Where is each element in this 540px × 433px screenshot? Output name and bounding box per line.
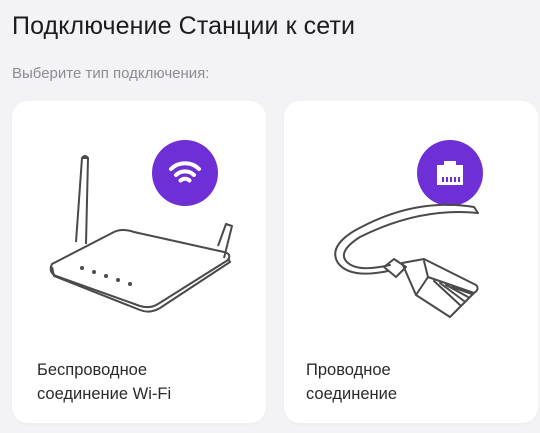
ethernet-icon-badge: [417, 140, 483, 206]
wired-option-label: Проводное соединение: [306, 358, 397, 406]
router-illustration: [49, 155, 233, 313]
ethernet-port-icon: [437, 161, 463, 185]
wifi-option-label-line1: Беспроводное: [37, 361, 148, 379]
wifi-option-label: Беспроводное соединение Wi-Fi: [37, 358, 171, 406]
wired-option-label-line1: Проводное: [306, 361, 391, 379]
page-title: Подключение Станции к сети: [12, 12, 356, 40]
page-subtitle: Выберите тип подключения:: [12, 65, 210, 82]
ethernet-cable-illustration: [334, 203, 479, 318]
wifi-connection-option[interactable]: Беспроводное соединение Wi-Fi: [12, 101, 266, 423]
wifi-option-label-line2: соединение Wi-Fi: [37, 385, 172, 403]
wired-option-label-line2: соединение: [306, 385, 398, 403]
wired-connection-option[interactable]: Проводное соединение: [284, 101, 538, 423]
